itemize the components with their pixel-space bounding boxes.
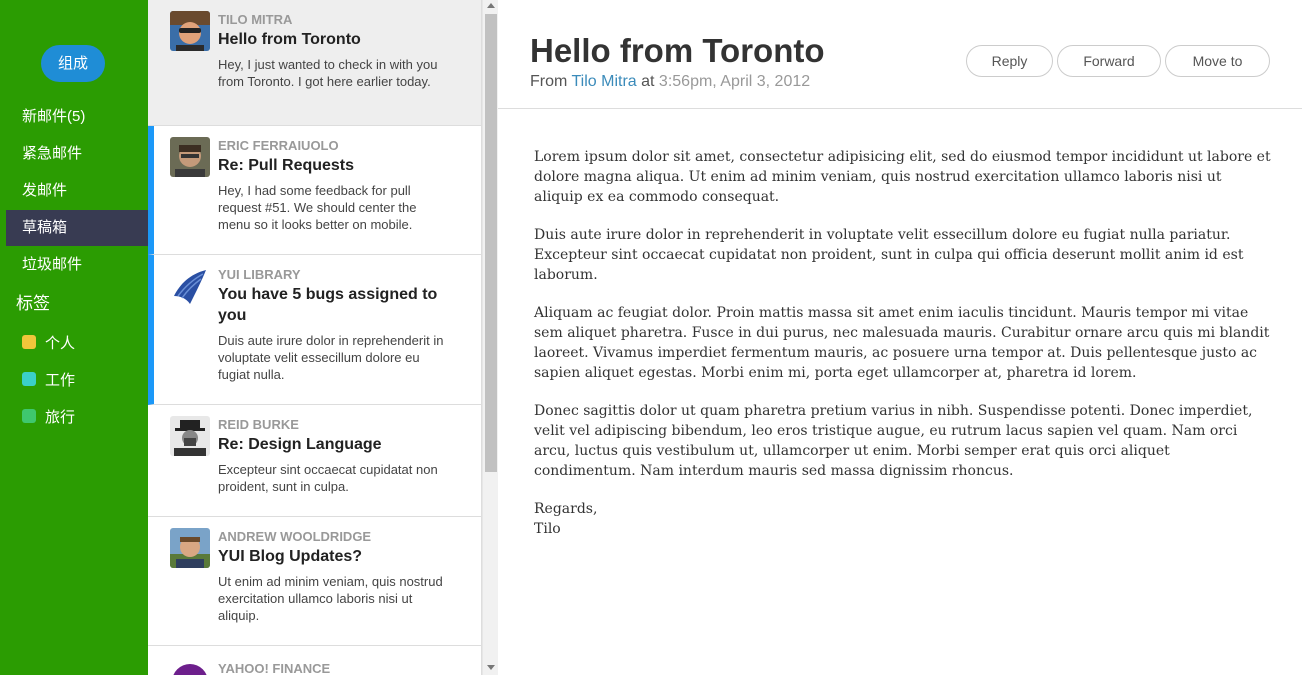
- email-excerpt: Excepteur sint occaecat cupidatat non pr…: [218, 462, 438, 494]
- message-meta: From Tilo Mitra at 3:56pm, April 3, 2012: [530, 72, 810, 92]
- regards-text: Regards,: [534, 501, 598, 517]
- email-subject: YUI Blog Updates?: [218, 548, 363, 565]
- email-excerpt: Ut enim ad minim veniam, quis nostrud ex…: [218, 574, 443, 623]
- email-item[interactable]: Y! Yahoo! Finance: [148, 646, 481, 675]
- label-name: 旅行: [45, 409, 76, 426]
- compose-button[interactable]: 组成: [41, 45, 105, 82]
- message-body: Lorem ipsum dolor sit amet, consectetur …: [534, 147, 1274, 539]
- sender-link[interactable]: Tilo Mitra: [571, 73, 636, 90]
- body-paragraph: Aliquam ac feugiat dolor. Proin mattis m…: [534, 305, 1270, 381]
- sender-name: YUI Library: [218, 267, 301, 282]
- label-work[interactable]: 工作: [22, 369, 75, 393]
- email-list: Tilo Mitra Hello from Toronto Hey, I jus…: [148, 0, 482, 675]
- email-item[interactable]: Andrew Wooldridge YUI Blog Updates? Ut e…: [148, 517, 481, 646]
- sender-name: Andrew Wooldridge: [218, 529, 372, 544]
- email-subject: Re: Pull Requests: [218, 157, 355, 174]
- body-paragraph: Lorem ipsum dolor sit amet, consectetur …: [534, 149, 1271, 205]
- body-paragraph: Donec sagittis dolor ut quam pharetra pr…: [534, 403, 1253, 479]
- nav-item-inbox[interactable]: 新邮件(5): [6, 99, 148, 135]
- nav-item-important[interactable]: 紧急邮件: [6, 136, 148, 172]
- email-subject: Re: Design Language: [218, 436, 382, 453]
- sender-name: Reid Burke: [218, 417, 299, 432]
- label-color-swatch: [22, 335, 36, 349]
- email-subject: Hello from Toronto: [218, 31, 361, 48]
- scroll-down-arrow-icon[interactable]: [487, 665, 495, 670]
- nav-item-label: 发邮件: [22, 182, 68, 199]
- list-scrollbar[interactable]: [482, 0, 498, 675]
- scroll-up-arrow-icon[interactable]: [487, 3, 495, 8]
- reply-button[interactable]: Reply: [966, 45, 1053, 77]
- message-title: Hello from Toronto: [530, 32, 825, 69]
- avatar: [170, 11, 210, 51]
- move-to-button[interactable]: Move to: [1165, 45, 1270, 77]
- unread-count: (5): [67, 108, 86, 125]
- label-travel[interactable]: 旅行: [22, 406, 75, 430]
- yui-logo-icon: [170, 266, 210, 306]
- nav-item-trash[interactable]: 垃圾邮件: [6, 247, 148, 283]
- email-excerpt: Duis aute irure dolor in reprehenderit i…: [218, 333, 444, 382]
- email-item[interactable]: Reid Burke Re: Design Language Excepteur…: [148, 405, 481, 517]
- message-header: Hello from Toronto From Tilo Mitra at 3:…: [498, 0, 1302, 109]
- email-excerpt: Hey, I just wanted to check in with you …: [218, 57, 438, 89]
- email-subject: You have 5 bugs assigned to you: [218, 286, 438, 324]
- signature-text: Tilo: [534, 521, 561, 537]
- from-prefix: From: [530, 73, 568, 90]
- sidebar: 组成 新邮件(5) 紧急邮件 发邮件 草稿箱 垃圾邮件 标签 个人 工作 旅行: [0, 0, 148, 675]
- email-excerpt: Hey, I had some feedback for pull reques…: [218, 183, 417, 232]
- nav-item-label: 紧急邮件: [22, 145, 83, 162]
- nav-item-label: 垃圾邮件: [22, 256, 83, 273]
- avatar: [170, 416, 210, 456]
- nav-item-label: 新邮件: [22, 108, 68, 125]
- at-text: at: [641, 73, 655, 90]
- email-item[interactable]: Eric Ferraiuolo Re: Pull Requests Hey, I…: [148, 126, 481, 255]
- labels-heading: 标签: [16, 294, 50, 313]
- label-personal[interactable]: 个人: [22, 332, 75, 356]
- message-view: Hello from Toronto From Tilo Mitra at 3:…: [498, 0, 1302, 675]
- label-name: 个人: [45, 335, 76, 352]
- body-paragraph: Duis aute irure dolor in reprehenderit i…: [534, 227, 1244, 283]
- nav-item-drafts[interactable]: 草稿箱: [6, 210, 148, 246]
- avatar: [170, 528, 210, 568]
- sender-name: Eric Ferraiuolo: [218, 138, 339, 153]
- message-date: 3:56pm, April 3, 2012: [658, 73, 811, 90]
- forward-button[interactable]: Forward: [1057, 45, 1161, 77]
- yahoo-logo-icon: Y!: [170, 662, 210, 675]
- avatar: [170, 137, 210, 177]
- email-item[interactable]: Tilo Mitra Hello from Toronto Hey, I jus…: [148, 0, 481, 126]
- label-color-swatch: [22, 372, 36, 386]
- email-item[interactable]: YUI Library You have 5 bugs assigned to …: [148, 255, 481, 405]
- nav-item-label: 草稿箱: [22, 219, 68, 236]
- sender-name: Yahoo! Finance: [218, 661, 331, 675]
- nav-item-sent[interactable]: 发邮件: [6, 173, 148, 209]
- label-color-swatch: [22, 409, 36, 423]
- scrollbar-thumb[interactable]: [485, 14, 497, 472]
- sender-name: Tilo Mitra: [218, 12, 293, 27]
- label-name: 工作: [45, 372, 76, 389]
